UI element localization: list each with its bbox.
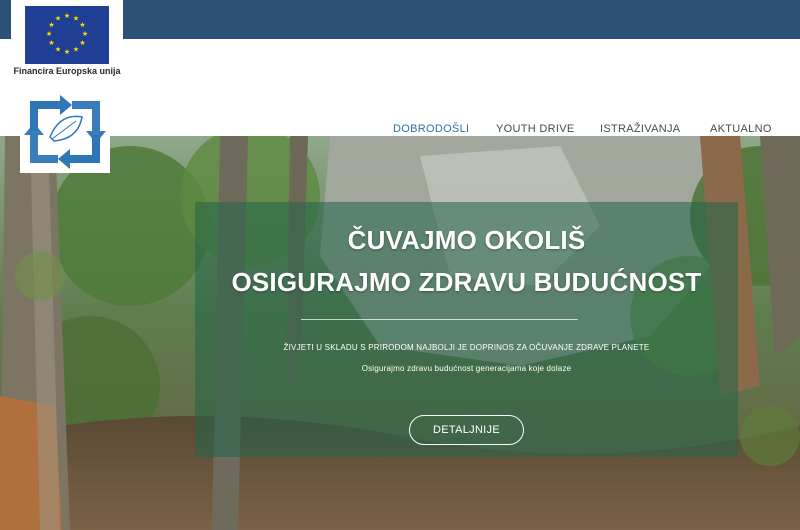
eu-logo: ★ ★ ★ ★ ★ ★ ★ ★ ★ ★ ★ ★ Financira Europs… [11,0,123,90]
svg-text:★: ★ [55,15,61,23]
nav-item-aktualno[interactable]: AKTUALNO [710,123,772,135]
eu-flag-icon: ★ ★ ★ ★ ★ ★ ★ ★ ★ ★ ★ ★ [25,6,109,64]
svg-text:★: ★ [79,39,85,47]
main-nav: DOBRODOŠLI YOUTH DRIVE ISTRAŽIVANJA AKTU… [0,123,800,139]
svg-text:★: ★ [46,30,52,38]
svg-text:★: ★ [48,39,54,47]
svg-text:★: ★ [82,30,88,38]
svg-text:★: ★ [64,48,70,56]
svg-text:★: ★ [73,46,79,54]
hero-subtitle-1: ŽIVJETI U SKLADU S PRIRODOM NAJBOLJI JE … [283,343,650,352]
nav-item-istrazivanja[interactable]: ISTRAŽIVANJA [600,123,680,135]
svg-text:★: ★ [48,21,54,29]
nav-item-youth-drive[interactable]: YOUTH DRIVE [496,123,574,135]
hero-title-line-2: OSIGURAJMO ZDRAVU BUDUĆNOST [231,267,702,297]
svg-text:★: ★ [64,12,70,20]
details-button[interactable]: DETALJNIJE [409,415,524,445]
hero-title-line-1: ČUVAJMO OKOLIŠ [347,225,586,255]
svg-text:★: ★ [73,15,79,23]
svg-text:★: ★ [79,21,85,29]
eu-caption: Financira Europska unija [13,66,121,76]
svg-text:★: ★ [55,46,61,54]
nav-item-dobrodosli[interactable]: DOBRODOŠLI [393,123,469,135]
hero-divider [301,319,578,320]
hero-subtitle-2: Osigurajmo zdravu budućnost generacijama… [361,364,572,373]
